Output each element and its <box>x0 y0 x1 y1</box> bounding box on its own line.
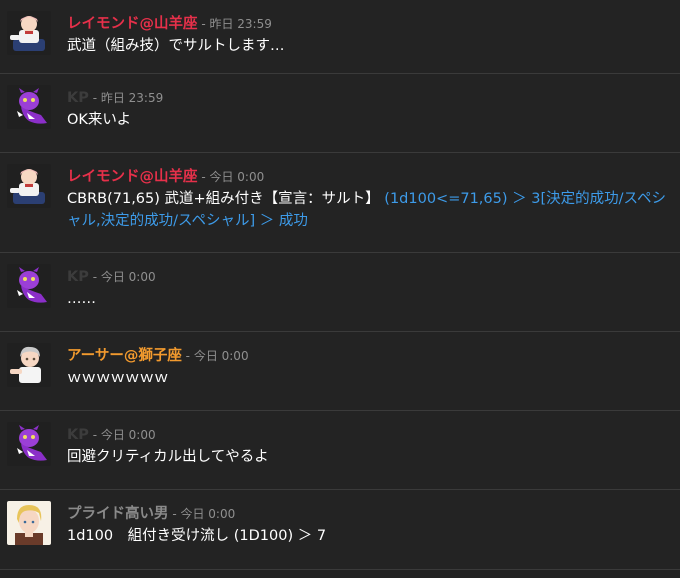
chat-message: KP - 昨日 23:59 OK来いよ <box>0 74 680 153</box>
chat-message: プライド高い男 - 今日 0:00 1d100 組付き受け流し (1D100) … <box>0 490 680 570</box>
chat-message: KP - 今日 0:00 回避クリティカル出してやるよ <box>0 411 680 490</box>
chibi-raymond-avatar[interactable] <box>7 11 51 55</box>
chat-message: KP - 今日 0:00 …… <box>0 253 680 332</box>
message-timestamp: 今日 0:00 <box>100 428 156 442</box>
sender-name[interactable]: KP <box>67 269 89 285</box>
message-timestamp: 今日 0:00 <box>209 170 265 184</box>
message-header: KP - 今日 0:00 <box>67 424 156 445</box>
header-separator: - <box>88 270 101 284</box>
chat-message: レイモンド@山羊座 - 昨日 23:59 武道（組み技）でサルトします… <box>0 0 680 74</box>
message-text: CBRB(71,65) 武道+組み付き【宣言：サルト】 (1d100<=71,6… <box>67 188 675 232</box>
message-text: OK来いよ <box>67 112 132 128</box>
message-timestamp: 昨日 23:59 <box>100 91 164 105</box>
chat-message: レイモンド@山羊座 - 今日 0:00 CBRB(71,65) 武道+組み付き【… <box>0 153 680 253</box>
message-header: アーサー@獅子座 - 今日 0:00 <box>67 345 249 366</box>
purple-ghost-avatar[interactable] <box>7 264 51 308</box>
header-separator: - <box>88 428 101 442</box>
chibi-raymond-avatar[interactable] <box>7 164 51 208</box>
sender-name[interactable]: アーサー@獅子座 <box>67 348 182 364</box>
message-text: ｗｗｗｗｗｗｗ <box>67 370 169 386</box>
message-header: KP - 今日 0:00 <box>67 266 156 287</box>
header-separator: - <box>197 17 210 31</box>
roll-command-text: CBRB(71,65) 武道+組み付き【宣言：サルト】 <box>67 191 385 207</box>
message-text: 武道（組み技）でサルトします… <box>67 38 285 54</box>
message-timestamp: 今日 0:00 <box>193 349 249 363</box>
sender-name[interactable]: KP <box>67 90 89 106</box>
header-separator: - <box>168 507 181 521</box>
header-separator: - <box>88 91 101 105</box>
sender-name[interactable]: KP <box>67 427 89 443</box>
message-header: プライド高い男 - 今日 0:00 <box>67 503 235 524</box>
chibi-arthur-avatar[interactable] <box>7 343 51 387</box>
chat-message: アーサー@獅子座 - 今日 0:00 ｗｗｗｗｗｗｗ <box>0 332 680 411</box>
header-separator: - <box>181 349 194 363</box>
sender-name[interactable]: プライド高い男 <box>67 506 169 522</box>
message-text: …… <box>67 291 96 307</box>
chat-log: レイモンド@山羊座 - 昨日 23:59 武道（組み技）でサルトします… KP … <box>0 0 680 578</box>
message-timestamp: 昨日 23:59 <box>209 17 272 31</box>
message-header: レイモンド@山羊座 - 今日 0:00 <box>67 166 264 187</box>
purple-ghost-avatar[interactable] <box>7 422 51 466</box>
sender-name[interactable]: レイモンド@山羊座 <box>67 169 198 185</box>
message-timestamp: 今日 0:00 <box>100 270 156 284</box>
message-text: 回避クリティカル出してやるよ <box>67 449 269 465</box>
message-timestamp: 今日 0:00 <box>180 507 236 521</box>
sender-name[interactable]: レイモンド@山羊座 <box>67 16 198 32</box>
message-header: KP - 昨日 23:59 <box>67 87 163 108</box>
purple-ghost-avatar[interactable] <box>7 85 51 129</box>
message-text: 1d100 組付き受け流し (1D100) ＞ 7 <box>67 528 327 544</box>
blonde-man-avatar[interactable] <box>7 501 51 545</box>
header-separator: - <box>197 170 210 184</box>
message-header: レイモンド@山羊座 - 昨日 23:59 <box>67 13 272 34</box>
